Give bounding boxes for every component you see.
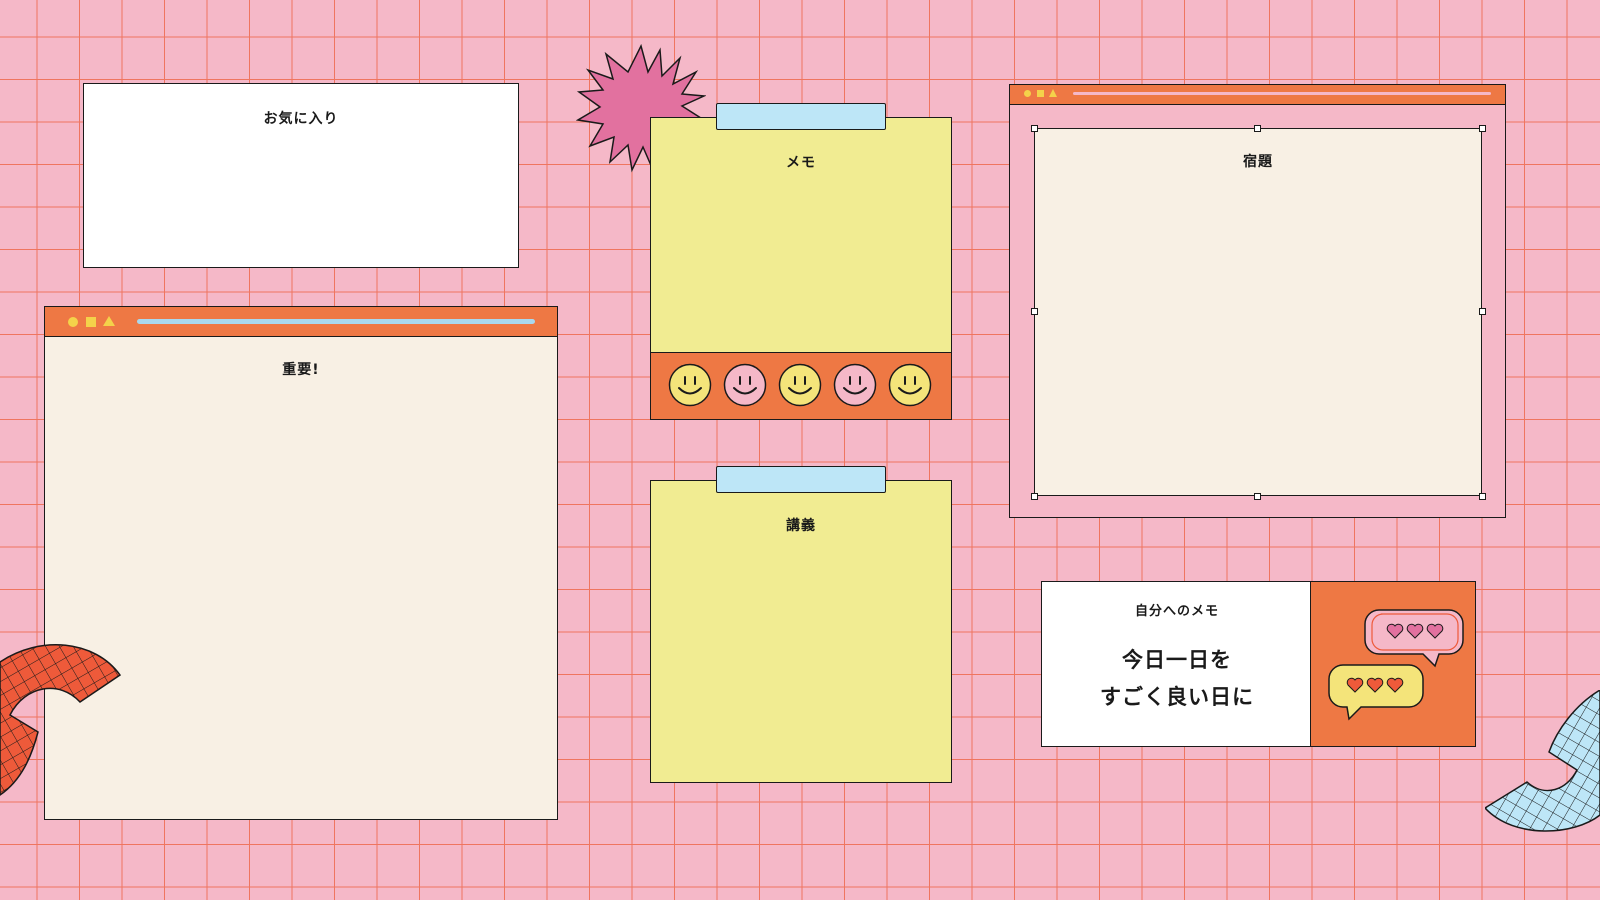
- tape-strip: [716, 466, 886, 493]
- self-memo-title: 自分へのメモ: [1134, 604, 1219, 619]
- lecture-note: 講義: [650, 480, 952, 783]
- smiley-face-icon: [723, 363, 767, 407]
- self-memo-line: 今日一日を: [1122, 648, 1232, 672]
- address-bar: [137, 319, 535, 324]
- speech-bubble-hearts-icon: [1328, 609, 1464, 721]
- self-memo-card: 自分へのメモ 今日一日を すごく良い日に: [1041, 581, 1476, 747]
- homework-frame[interactable]: 宿題: [1030, 124, 1486, 500]
- important-title: 重要!: [282, 362, 320, 378]
- circle-icon: [68, 317, 78, 327]
- resize-handle[interactable]: [1030, 124, 1038, 132]
- favorites-panel: お気に入り: [83, 83, 519, 268]
- resize-handle[interactable]: [1030, 308, 1038, 315]
- memo-note: メモ: [650, 117, 952, 354]
- smiley-strip: [650, 352, 952, 420]
- tape-strip: [716, 103, 886, 130]
- window-titlebar: [1010, 85, 1505, 105]
- resize-handle[interactable]: [1478, 492, 1486, 500]
- smiley-face-icon: [833, 363, 877, 407]
- window-titlebar: [45, 307, 557, 337]
- circle-icon: [1024, 90, 1031, 97]
- square-icon: [1037, 90, 1044, 97]
- smiley-face-icon: [778, 363, 822, 407]
- resize-handle[interactable]: [1478, 308, 1486, 315]
- chat-bubbles-panel: [1310, 582, 1475, 746]
- favorites-title: お気に入り: [263, 111, 339, 127]
- triangle-icon: [103, 316, 115, 326]
- memo-title: メモ: [786, 155, 816, 171]
- checkered-arch-icon: [1485, 690, 1600, 832]
- address-bar: [1073, 92, 1491, 95]
- triangle-icon: [1049, 89, 1057, 97]
- smiley-face-icon: [668, 363, 712, 407]
- resize-handle[interactable]: [1254, 124, 1261, 132]
- lecture-title: 講義: [786, 518, 816, 534]
- checkered-arch-icon: [0, 644, 122, 796]
- homework-title: 宿題: [1243, 154, 1273, 170]
- square-icon: [86, 317, 96, 327]
- resize-handle[interactable]: [1254, 492, 1261, 500]
- resize-handle[interactable]: [1030, 492, 1038, 500]
- smiley-face-icon: [888, 363, 932, 407]
- self-memo-line: すごく良い日に: [1100, 685, 1254, 709]
- resize-handle[interactable]: [1478, 124, 1486, 132]
